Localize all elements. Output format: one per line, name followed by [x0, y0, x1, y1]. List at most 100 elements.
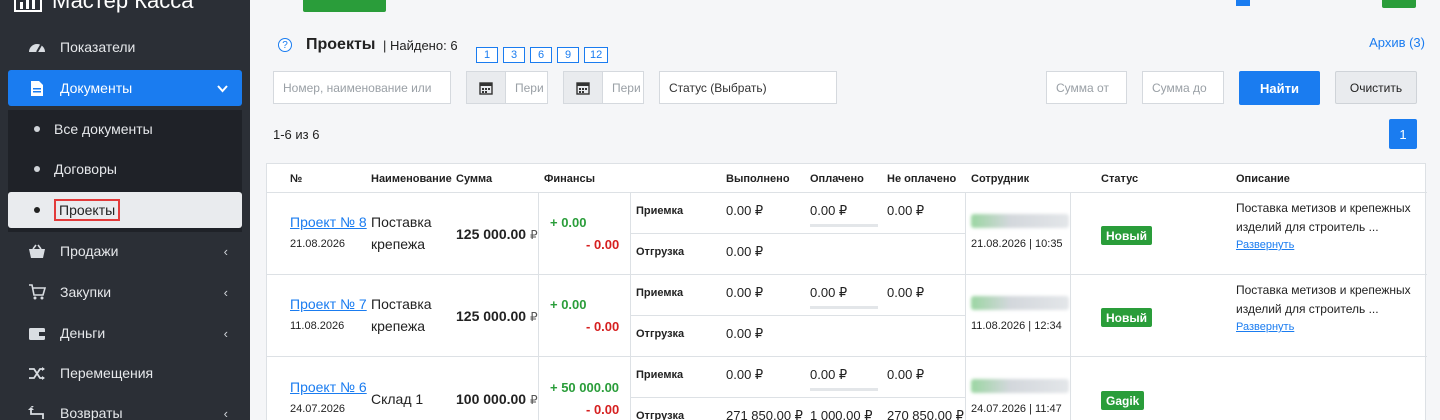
employee-date: 11.08.2026 | 12:34 [971, 320, 1062, 332]
finance-plus: + 0.00 [550, 215, 587, 230]
table-row[interactable]: Проект № 8 21.08.2026 Поставка крепежа 1… [267, 192, 1427, 274]
submenu-item-label: Проекты [54, 199, 121, 221]
period-to-field[interactable]: Пери [602, 71, 644, 104]
archive-link[interactable]: Архив (3) [1369, 35, 1425, 50]
finance-minus: - 0.00 [586, 402, 620, 417]
sidebar-item-transfers[interactable]: Перемещения [8, 355, 242, 391]
chevron-left-icon: ‹ [223, 325, 228, 341]
column-header: № [290, 172, 303, 185]
divider [631, 397, 965, 398]
employee-date: 24.07.2026 | 11:47 [971, 403, 1062, 415]
shipment-done: 0.00 ₽ [726, 244, 764, 259]
project-name: Склад 1 [371, 391, 424, 407]
expand-link[interactable]: Развернуть [1236, 321, 1294, 333]
submenu-item-contracts[interactable]: Договоры [8, 151, 242, 187]
clear-button[interactable]: Очистить [1335, 71, 1417, 104]
top-right-button[interactable] [1382, 0, 1416, 8]
project-sum: 125 000.00 ₽ [456, 308, 538, 324]
top-icon[interactable] [1236, 0, 1250, 6]
sidebar-item-label: Документы [60, 80, 133, 96]
sidebar-item-sales[interactable]: Продажи ‹ [8, 233, 242, 269]
page-size-chip[interactable]: 9 [557, 47, 579, 63]
brand-logo-icon [14, 0, 42, 12]
project-link[interactable]: Проект № 6 [290, 379, 367, 395]
receipt-done: 0.00 ₽ [726, 367, 764, 382]
divider [538, 193, 539, 274]
submenu-item-label: Договоры [54, 161, 117, 177]
progress-bar [810, 224, 878, 227]
row-label-shipment: Отгрузка [636, 246, 685, 258]
column-header: Статус [1101, 172, 1139, 185]
find-button[interactable]: Найти [1239, 71, 1320, 105]
period-from-field[interactable]: Пери [505, 71, 548, 104]
chevron-left-icon: ‹ [223, 243, 228, 259]
row-label-receipt: Приемка [636, 369, 684, 381]
sidebar-item-label: Перемещения [60, 365, 154, 381]
top-action-button[interactable] [303, 0, 386, 12]
column-header: Сумма [456, 172, 493, 185]
pagination-page[interactable]: 1 [1389, 119, 1417, 149]
divider [965, 275, 966, 356]
sum-to-input[interactable]: Сумма до [1142, 71, 1224, 104]
description-line: Поставка метизов и крепежных [1236, 283, 1411, 297]
currency: ₽ [529, 310, 538, 324]
finance-minus: - 0.00 [586, 319, 620, 334]
sidebar-item-money[interactable]: Деньги ‹ [8, 315, 242, 351]
column-header: Выполнено [726, 172, 790, 185]
finance-minus: - 0.00 [586, 237, 620, 252]
sidebar-item-label: Возвраты [60, 405, 123, 420]
help-icon[interactable]: ? [278, 38, 292, 52]
chevron-down-icon [217, 81, 228, 96]
description-line: Поставка метизов и крепежных [1236, 201, 1411, 215]
project-name: Поставка [371, 296, 432, 312]
sum-from-input[interactable]: Сумма от [1046, 71, 1127, 104]
receipt-paid: 0.00 ₽ [810, 367, 848, 382]
projects-table: № Наименование Сумма Финансы Выполнено О… [266, 163, 1427, 420]
shuffle-icon [26, 364, 48, 382]
search-input[interactable]: Номер, наименование или [273, 71, 451, 104]
sum-value: 100 000.00 [456, 391, 527, 407]
employee-date: 21.08.2026 | 10:35 [971, 238, 1063, 250]
sidebar-item-label: Закупки [60, 284, 112, 300]
sidebar-item-purchases[interactable]: Закупки ‹ [8, 274, 242, 310]
project-link[interactable]: Проект № 7 [290, 296, 367, 312]
page-size-chip[interactable]: 12 [584, 47, 609, 63]
sidebar: Мастер Касса Показатели Документы Все до… [0, 0, 250, 420]
project-sum: 100 000.00 ₽ [456, 391, 538, 407]
wallet-icon [26, 324, 48, 342]
progress-bar [810, 388, 878, 391]
submenu-item-label: Все документы [54, 121, 153, 137]
divider [965, 193, 966, 274]
brand[interactable]: Мастер Касса [14, 0, 194, 16]
divider [1070, 193, 1071, 274]
submenu-item-projects[interactable]: Проекты [8, 192, 242, 228]
calendar-icon [576, 81, 590, 95]
document-icon [26, 79, 48, 97]
row-label-receipt: Приемка [636, 205, 684, 217]
project-date: 11.08.2026 [290, 320, 345, 332]
table-row[interactable]: Проект № 7 11.08.2026 Поставка крепежа 1… [267, 274, 1427, 356]
page-size-chip[interactable]: 3 [503, 47, 525, 63]
divider [631, 233, 965, 234]
sidebar-item-documents[interactable]: Документы [8, 70, 242, 106]
status-select[interactable]: Статус (Выбрать) [659, 71, 837, 104]
sidebar-item-returns[interactable]: Возвраты ‹ [8, 395, 242, 420]
shipment-done: 0.00 ₽ [726, 326, 764, 341]
expand-link[interactable]: Развернуть [1236, 239, 1294, 251]
documents-submenu: Все документы Договоры Проекты [8, 110, 242, 232]
currency: ₽ [529, 228, 538, 242]
sidebar-item-dashboard[interactable]: Показатели [8, 29, 242, 65]
calendar-button[interactable] [563, 71, 603, 104]
table-row[interactable]: Проект № 6 24.07.2026 Склад 1 100 000.00… [267, 356, 1427, 420]
progress-bar [810, 306, 878, 309]
page-size-chip[interactable]: 6 [530, 47, 552, 63]
employee-name-blurred [971, 214, 1069, 228]
submenu-item-all-documents[interactable]: Все документы [8, 111, 242, 147]
project-name: крепежа [371, 236, 426, 252]
project-link[interactable]: Проект № 8 [290, 214, 367, 230]
basket-icon [26, 242, 48, 260]
divider [538, 275, 539, 356]
calendar-button[interactable] [466, 71, 506, 104]
page-size-chip[interactable]: 1 [476, 47, 498, 63]
receipt-paid: 0.00 ₽ [810, 285, 848, 300]
